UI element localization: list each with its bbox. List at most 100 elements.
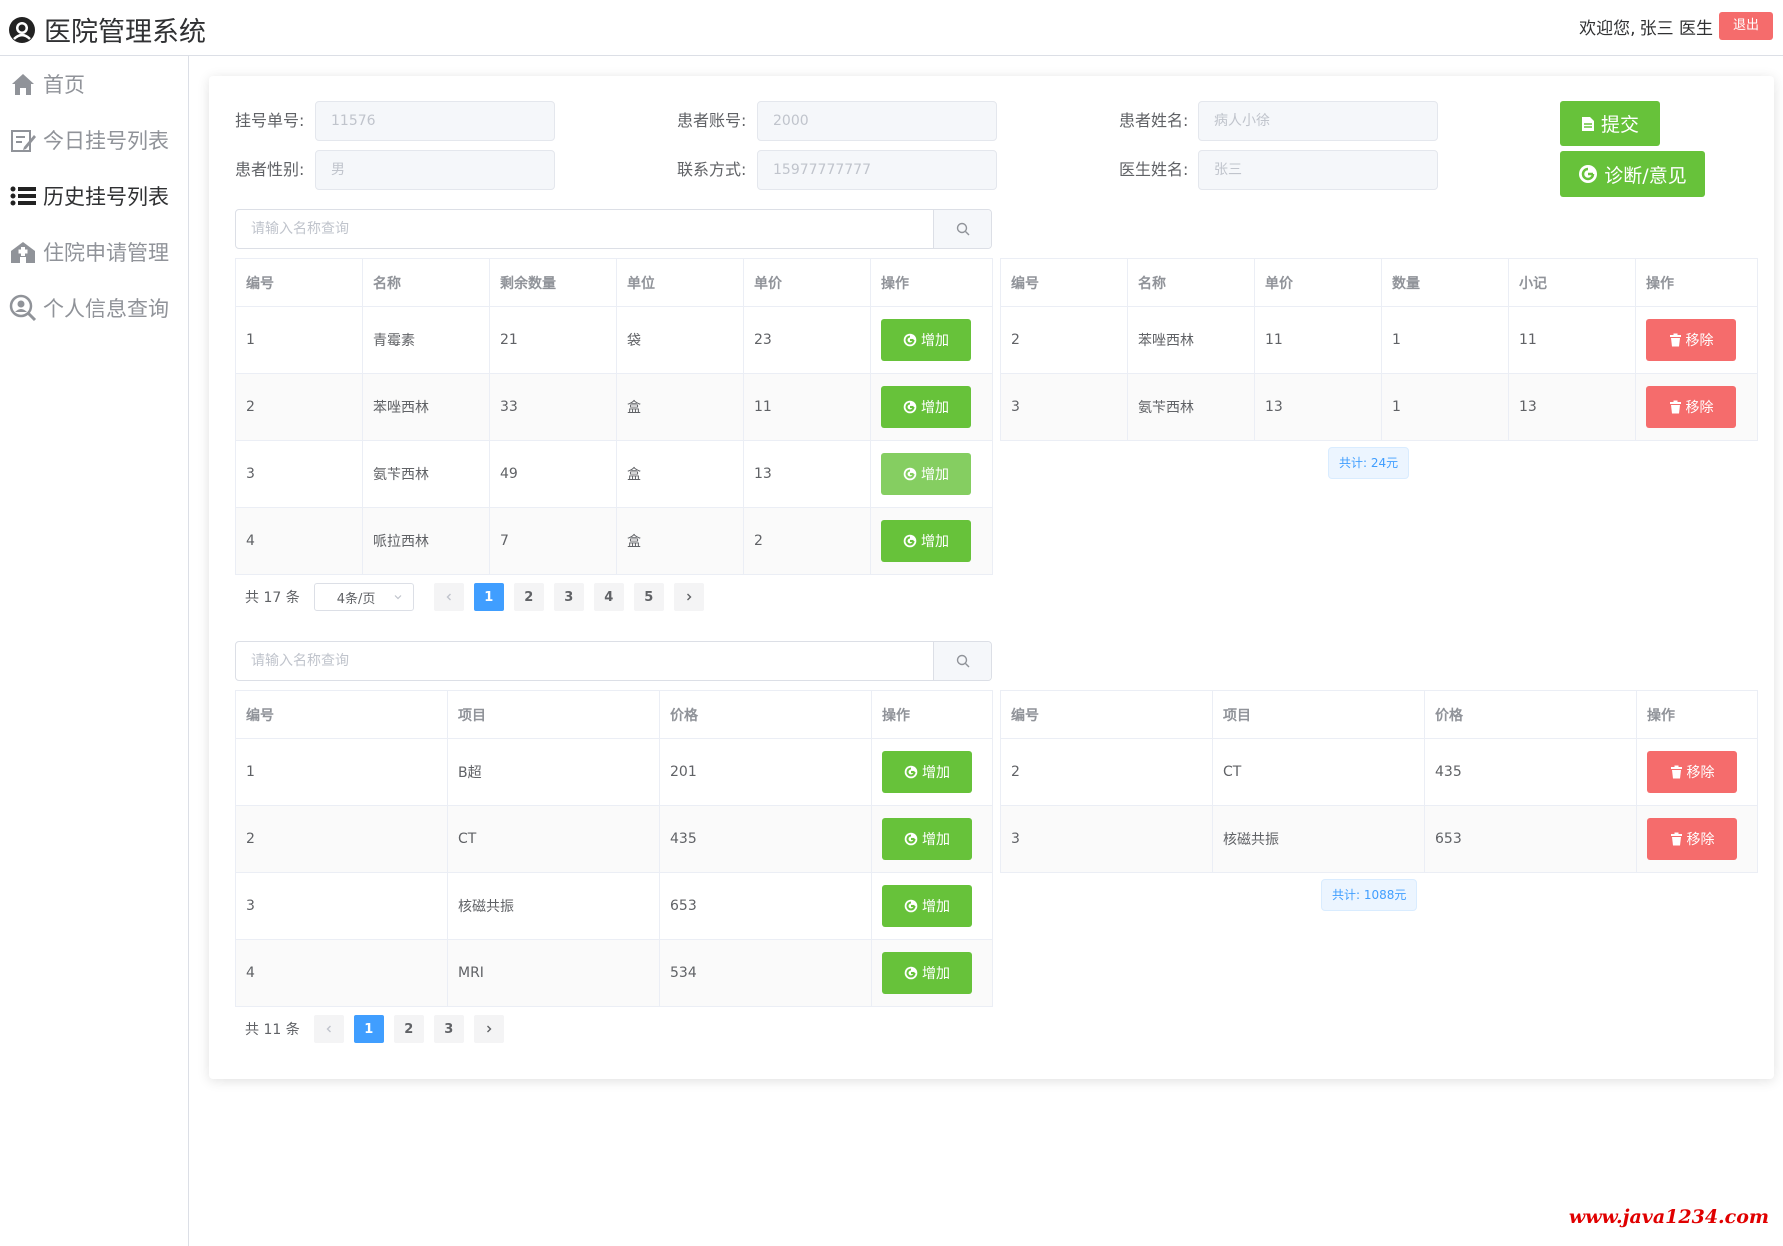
page-button[interactable]: 1 — [473, 583, 504, 611]
reg-no-field[interactable]: 11576 — [315, 101, 555, 141]
action-cell: 移除 — [1636, 805, 1758, 873]
drug-table-header: 编号 名称 剩余数量 单位 单价 操作 — [235, 258, 993, 307]
action-cell: 移除 — [1635, 306, 1758, 374]
add-label: 增加 — [921, 534, 949, 550]
next-page-button[interactable] — [473, 1015, 504, 1043]
document-icon — [1581, 116, 1595, 132]
next-page-button[interactable] — [673, 583, 704, 611]
add-item-button[interactable]: 增加 — [882, 818, 972, 860]
circle-plus-icon — [903, 534, 917, 548]
col-header: 单价 — [743, 258, 871, 307]
cell: 534 — [659, 939, 872, 1007]
sidebar-item-home[interactable]: 首页 — [0, 56, 188, 112]
remove-label: 移除 — [1685, 333, 1714, 349]
sidebar-item-hospitalization[interactable]: 住院申请管理 — [0, 224, 188, 280]
action-cell: 移除 — [1635, 373, 1758, 441]
drug-search-input[interactable] — [236, 210, 933, 248]
gender-field[interactable]: 男 — [315, 150, 555, 190]
remove-drug-button[interactable]: 移除 — [1646, 386, 1736, 428]
add-drug-button[interactable]: 增加 — [881, 520, 971, 562]
doctor-field[interactable]: 张三 — [1198, 150, 1438, 190]
cell: 1 — [1381, 373, 1509, 441]
cell: 435 — [659, 805, 872, 873]
prev-page-button[interactable] — [433, 583, 464, 611]
phone-field[interactable]: 15977777777 — [757, 150, 997, 190]
circle-plus-icon — [904, 899, 918, 913]
table-row: 3 氨苄西林 13 1 13 移除 — [1000, 373, 1758, 441]
home-icon — [8, 69, 38, 99]
page-button[interactable]: 5 — [633, 583, 664, 611]
col-header: 操作 — [1635, 258, 1758, 307]
add-label: 增加 — [922, 765, 950, 781]
add-item-button[interactable]: 增加 — [882, 952, 972, 994]
diagnose-button[interactable]: 诊断/意见 — [1560, 151, 1705, 197]
table-row: 3 氨苄西林 49 盒 13 增加 — [235, 440, 993, 508]
cell: 2 — [235, 805, 448, 873]
cell: 21 — [489, 306, 617, 374]
page-button[interactable]: 4 — [593, 583, 624, 611]
col-header: 项目 — [1212, 690, 1425, 739]
logout-button[interactable]: 退出 — [1718, 12, 1773, 40]
col-header: 编号 — [235, 258, 363, 307]
page-button[interactable]: 2 — [393, 1015, 424, 1043]
submit-button[interactable]: 提交 — [1560, 101, 1660, 146]
sidebar-item-today-registrations[interactable]: 今日挂号列表 — [0, 112, 188, 168]
sidebar-item-history-registrations[interactable]: 历史挂号列表 — [0, 168, 188, 224]
prev-page-button[interactable] — [313, 1015, 344, 1043]
cell: 13 — [1508, 373, 1636, 441]
action-cell: 移除 — [1636, 738, 1758, 806]
circle-plus-icon — [904, 966, 918, 980]
col-header: 单位 — [616, 258, 744, 307]
action-cell: 增加 — [871, 939, 993, 1007]
app-title: 医院管理系统 — [44, 17, 206, 48]
action-cell: 增加 — [871, 738, 993, 806]
cell: 201 — [659, 738, 872, 806]
remove-drug-button[interactable]: 移除 — [1646, 319, 1736, 361]
account-field[interactable]: 2000 — [757, 101, 997, 141]
table-row: 2 CT 435 增加 — [235, 805, 993, 873]
add-drug-button[interactable]: 增加 — [881, 453, 971, 495]
selected-item-table: 编号 项目 价格 操作 2 CT 435 移除 3 核磁共振 653 移除 — [1000, 690, 1758, 873]
cell: 哌拉西林 — [362, 507, 490, 575]
hospital-icon — [8, 237, 38, 267]
cell: 13 — [743, 440, 871, 508]
add-label: 增加 — [921, 333, 949, 349]
page-size-select[interactable]: 4条/页 — [313, 583, 414, 611]
page-button[interactable]: 3 — [433, 1015, 464, 1043]
cell: CT — [1212, 738, 1425, 806]
patient-name-field[interactable]: 病人小徐 — [1198, 101, 1438, 141]
trash-icon — [1670, 765, 1683, 779]
col-header: 剩余数量 — [489, 258, 617, 307]
add-item-button[interactable]: 增加 — [882, 885, 972, 927]
page-button[interactable]: 2 — [513, 583, 544, 611]
chevron-left-icon — [444, 592, 454, 602]
add-label: 增加 — [921, 467, 949, 483]
cell: 氨苄西林 — [362, 440, 490, 508]
remove-item-button[interactable]: 移除 — [1647, 818, 1737, 860]
cell: 4 — [235, 939, 448, 1007]
page-button[interactable]: 3 — [553, 583, 584, 611]
cell: 盒 — [616, 440, 744, 508]
remove-item-button[interactable]: 移除 — [1647, 751, 1737, 793]
cell: 7 — [489, 507, 617, 575]
item-search-button[interactable] — [933, 642, 991, 680]
add-drug-button[interactable]: 增加 — [881, 319, 971, 361]
page-button[interactable]: 1 — [353, 1015, 384, 1043]
cell: 核磁共振 — [1212, 805, 1425, 873]
col-header: 编号 — [235, 690, 448, 739]
drug-table: 编号 名称 剩余数量 单位 单价 操作 1 青霉素 21 袋 23 增加 2 苯… — [235, 258, 993, 575]
action-cell: 增加 — [870, 306, 993, 374]
add-label: 增加 — [922, 899, 950, 915]
col-header: 名称 — [1127, 258, 1255, 307]
item-search-input[interactable] — [236, 642, 933, 680]
pagination-total: 共 11 条 — [245, 1022, 300, 1038]
cell: 13 — [1254, 373, 1382, 441]
doctor-label: 医生姓名: — [1119, 160, 1189, 179]
item-pagination: 共 11 条 1 2 3 — [235, 1015, 514, 1043]
add-item-button[interactable]: 增加 — [882, 751, 972, 793]
add-label: 增加 — [921, 400, 949, 416]
add-drug-button[interactable]: 增加 — [881, 386, 971, 428]
remove-label: 移除 — [1686, 832, 1715, 848]
drug-search-button[interactable] — [933, 210, 991, 248]
sidebar-item-personal-info[interactable]: 个人信息查询 — [0, 280, 188, 336]
